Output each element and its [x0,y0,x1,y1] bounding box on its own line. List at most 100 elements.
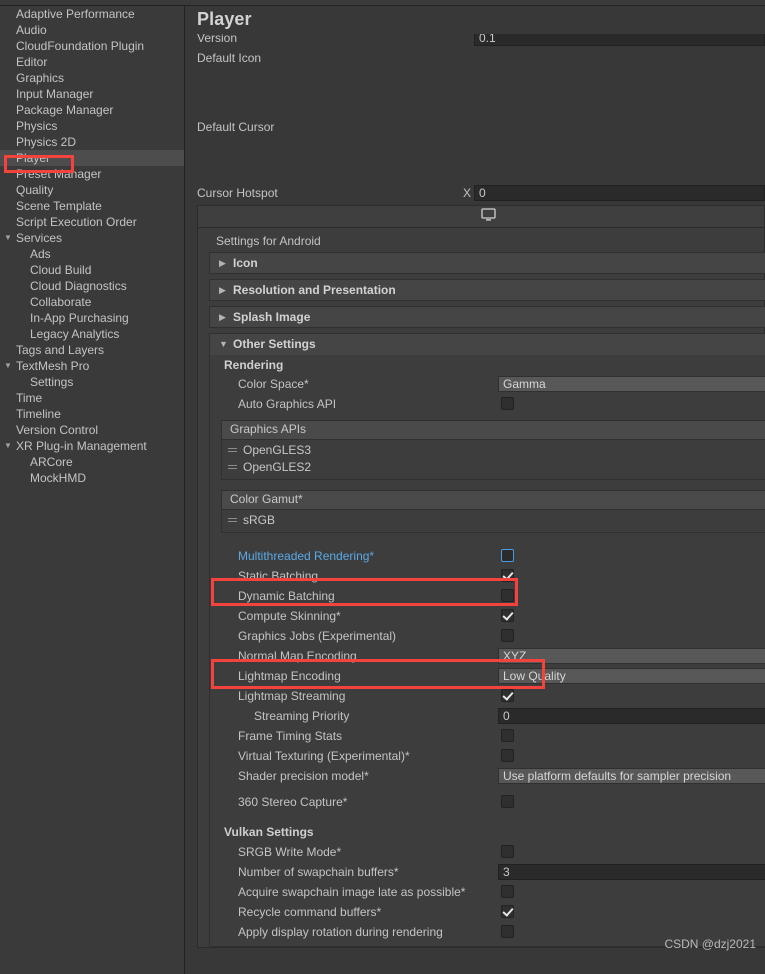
sidebar-item-cloud-diagnostics[interactable]: Cloud Diagnostics [0,278,184,294]
compute-skinning-checkbox[interactable] [501,609,514,622]
color-gamut-item[interactable]: sRGB [222,512,765,529]
apply-display-rotation-during-rendering-checkbox[interactable] [501,925,514,938]
sidebar-item-mockhmd[interactable]: MockHMD [0,470,184,486]
sidebar-item-time[interactable]: Time [0,390,184,406]
sidebar-item-in-app-purchasing[interactable]: In-App Purchasing [0,310,184,326]
sidebar-item-physics-2d[interactable]: Physics 2D [0,134,184,150]
platform-tab-standalone[interactable] [468,206,508,227]
graphics-jobs-experimental-checkbox[interactable] [501,629,514,642]
graphics-apis-list[interactable]: OpenGLES3 OpenGLES2 [221,439,765,480]
recycle-command-buffers-checkbox[interactable] [501,905,514,918]
sidebar-item-textmesh-pro[interactable]: ▼ TextMesh Pro [0,358,184,374]
sidebar-item-scene-template[interactable]: Scene Template [0,198,184,214]
virtual-texturing-checkbox[interactable] [501,749,514,762]
foldout-other-settings[interactable]: ▼ Other Settings [209,333,765,355]
sidebar-item-xr-plug-in-management[interactable]: ▼ XR Plug-in Management [0,438,184,454]
sidebar-item-label: Physics [16,119,58,133]
row-graphics-jobs-experimental[interactable]: Graphics Jobs (Experimental) [210,626,765,646]
sidebar-item-arcore[interactable]: ARCore [0,454,184,470]
watermark: CSDN @dzj2021 [664,937,756,951]
foldout-icon[interactable]: ▶ Icon [209,252,765,274]
sidebar-item-quality[interactable]: Quality [0,182,184,198]
chevron-right-icon[interactable]: ▶ [219,307,226,327]
foldout-resolution-and-presentation[interactable]: ▶ Resolution and Presentation [209,279,765,301]
row-color-space[interactable]: Color Space* Gamma [210,374,765,394]
row-acquire-swapchain-image-late-as-possible[interactable]: Acquire swapchain image late as possible… [210,882,765,902]
chevron-down-icon[interactable]: ▼ [219,334,228,354]
row-shader-precision-model[interactable]: Shader precision model* Use platform def… [210,766,765,786]
drag-handle-icon[interactable] [228,518,237,523]
sidebar-item-timeline[interactable]: Timeline [0,406,184,422]
number-of-swapchain-buffers-field[interactable]: 3 [498,864,765,880]
drag-handle-icon[interactable] [228,465,237,470]
sidebar-item-services[interactable]: ▼ Services [0,230,184,246]
drag-handle-icon[interactable] [228,448,237,453]
row-compute-skinning[interactable]: Compute Skinning* [210,606,765,626]
settings-category-sidebar[interactable]: Adaptive Performance Audio CloudFoundation… [0,6,185,974]
row-dynamic-batching[interactable]: Dynamic Batching [210,586,765,606]
sidebar-item-package-manager[interactable]: Package Manager [0,102,184,118]
sidebar-item-input-manager[interactable]: Input Manager [0,86,184,102]
sidebar-item-audio[interactable]: Audio [0,22,184,38]
streaming-priority-field[interactable]: 0 [498,708,765,724]
cursor-hotspot-x-field[interactable]: 0 [474,185,765,201]
graphics-api-item[interactable]: OpenGLES3 [222,442,765,459]
multithreaded-rendering-checkbox[interactable] [501,549,514,562]
graphics-api-item[interactable]: OpenGLES2 [222,459,765,476]
shader-precision-model-dropdown[interactable]: Use platform defaults for sampler precis… [498,768,765,784]
row-frame-timing-stats[interactable]: Frame Timing Stats [210,726,765,746]
row-srgb-write-mode[interactable]: SRGB Write Mode* [210,842,765,862]
row-number-of-swapchain-buffers[interactable]: Number of swapchain buffers* 3 [210,862,765,882]
row-virtual-texturing[interactable]: Virtual Texturing (Experimental)* [210,746,765,766]
chevron-right-icon[interactable]: ▶ [219,253,226,273]
sidebar-item-tags-and-layers[interactable]: Tags and Layers [0,342,184,358]
dynamic-batching-checkbox[interactable] [501,589,514,602]
row-default-cursor[interactable]: Default Cursor [186,117,765,183]
row-lightmap-streaming[interactable]: Lightmap Streaming [210,686,765,706]
sidebar-item-collaborate[interactable]: Collaborate [0,294,184,310]
row-lightmap-encoding[interactable]: Lightmap Encoding Low Quality [210,666,765,686]
chevron-down-icon[interactable]: ▼ [4,438,14,454]
shader-precision-model-label: Shader precision model* [238,769,369,783]
frame-timing-stats-checkbox[interactable] [501,729,514,742]
acquire-swapchain-image-late-as-possible-checkbox[interactable] [501,885,514,898]
sidebar-item-script-execution-order[interactable]: Script Execution Order [0,214,184,230]
chevron-down-icon[interactable]: ▼ [4,230,14,246]
row-default-icon[interactable]: Default Icon [186,48,765,117]
row-static-batching[interactable]: Static Batching [210,566,765,586]
sidebar-item-graphics[interactable]: Graphics [0,70,184,86]
row-streaming-priority[interactable]: Streaming Priority 0 [210,706,765,726]
sidebar-item-legacy-analytics[interactable]: Legacy Analytics [0,326,184,342]
chevron-right-icon[interactable]: ▶ [219,280,226,300]
row-auto-graphics-api[interactable]: Auto Graphics API [210,394,765,414]
sidebar-item-version-control[interactable]: Version Control [0,422,184,438]
color-space-dropdown[interactable]: Gamma [498,376,765,392]
stereo-capture-360-checkbox[interactable] [501,795,514,808]
normal-map-encoding-dropdown[interactable]: XYZ [498,648,765,664]
graphics-jobs-experimental-label: Graphics Jobs (Experimental) [238,629,397,643]
auto-graphics-api-checkbox[interactable] [501,397,514,410]
lightmap-streaming-checkbox[interactable] [501,689,514,702]
row-normal-map-encoding[interactable]: Normal Map Encoding XYZ [210,646,765,666]
sidebar-item-player[interactable]: Player [0,150,184,166]
sidebar-item-settings[interactable]: Settings [0,374,184,390]
row-360-stereo-capture[interactable]: 360 Stereo Capture* [210,792,765,812]
row-multithreaded-rendering[interactable]: Multithreaded Rendering* [210,546,765,566]
row-cursor-hotspot[interactable]: Cursor Hotspot X 0 [186,183,765,205]
sidebar-item-cloudfoundation-plugin[interactable]: CloudFoundation Plugin [0,38,184,54]
row-recycle-command-buffers[interactable]: Recycle command buffers* [210,902,765,922]
foldout-splash-image[interactable]: ▶ Splash Image [209,306,765,328]
sidebar-item-ads[interactable]: Ads [0,246,184,262]
color-gamut-list[interactable]: sRGB [221,509,765,533]
chevron-down-icon[interactable]: ▼ [4,358,14,374]
sidebar-item-physics[interactable]: Physics [0,118,184,134]
sidebar-item-preset-manager[interactable]: Preset Manager [0,166,184,182]
sidebar-item-cloud-build[interactable]: Cloud Build [0,262,184,278]
sidebar-item-label: XR Plug-in Management [16,439,147,453]
srgb-write-mode-checkbox[interactable] [501,845,514,858]
sidebar-item-adaptive-performance[interactable]: Adaptive Performance [0,6,184,22]
static-batching-checkbox[interactable] [501,569,514,582]
platform-tab-bar[interactable] [197,205,765,228]
sidebar-item-editor[interactable]: Editor [0,54,184,70]
lightmap-encoding-dropdown[interactable]: Low Quality [498,668,765,684]
